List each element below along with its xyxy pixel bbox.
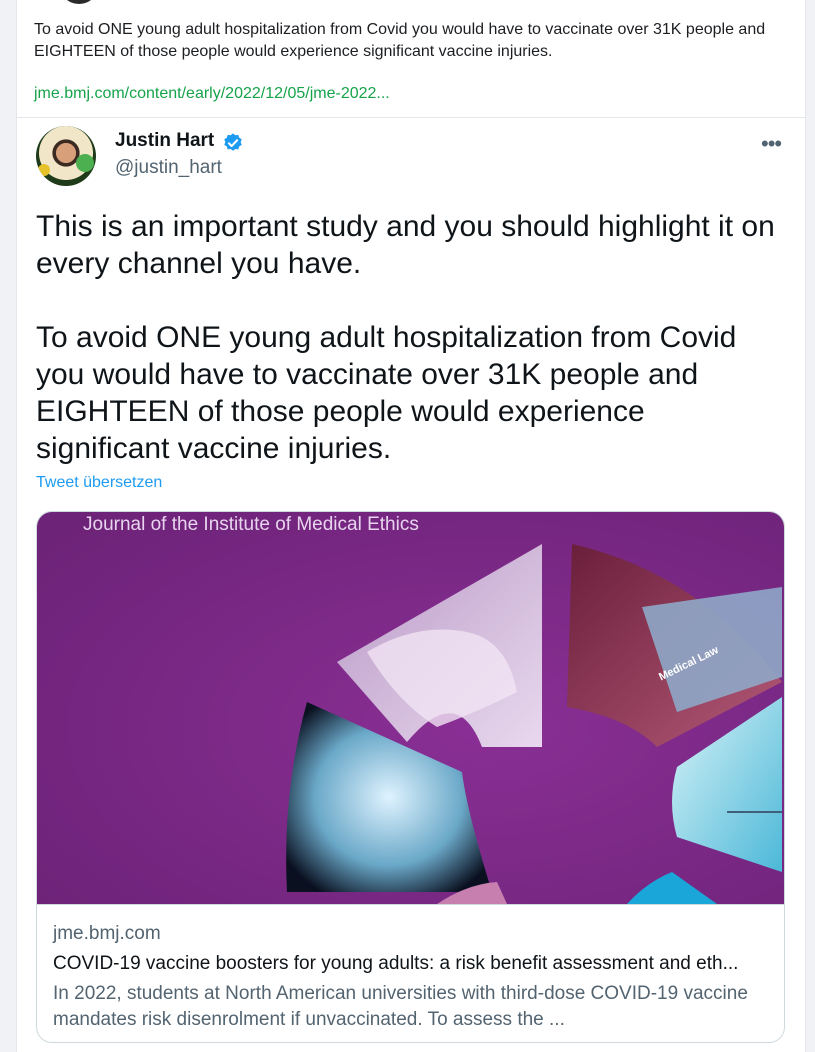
tweet-text: This is an important study and you shoul… [36,210,775,465]
author-name[interactable]: Justin Hart [115,130,214,152]
feed-page: To avoid ONE young adult hospitalization… [16,0,806,1052]
divider [17,117,805,118]
previous-post-avatar[interactable] [59,0,99,4]
verified-badge-icon [224,133,242,151]
author-handle[interactable]: @justin_hart [115,157,222,179]
avatar[interactable] [36,126,96,186]
more-options-icon[interactable]: ••• [761,131,782,157]
avatar-decoration [38,164,50,176]
card-domain: jme.bmj.com [53,923,161,944]
avatar-decoration [76,154,94,172]
card-image-caption: Journal of the Institute of Medical Ethi… [83,514,419,535]
translate-tweet-link[interactable]: Tweet übersetzen [36,474,162,492]
card-illustration: Medical Law [37,512,784,904]
card-title[interactable]: COVID-19 vaccine boosters for young adul… [53,953,768,975]
divider [37,904,784,905]
card-description: In 2022, students at North American univ… [53,983,748,1030]
post-link[interactable]: jme.bmj.com/content/early/2022/12/05/jme… [34,85,390,103]
link-preview-card[interactable]: Medical Law Journal of the Institute of … [36,511,785,1043]
post-text: To avoid ONE young adult hospitalization… [34,21,766,60]
card-image[interactable]: Medical Law Journal of the Institute of … [37,512,784,904]
